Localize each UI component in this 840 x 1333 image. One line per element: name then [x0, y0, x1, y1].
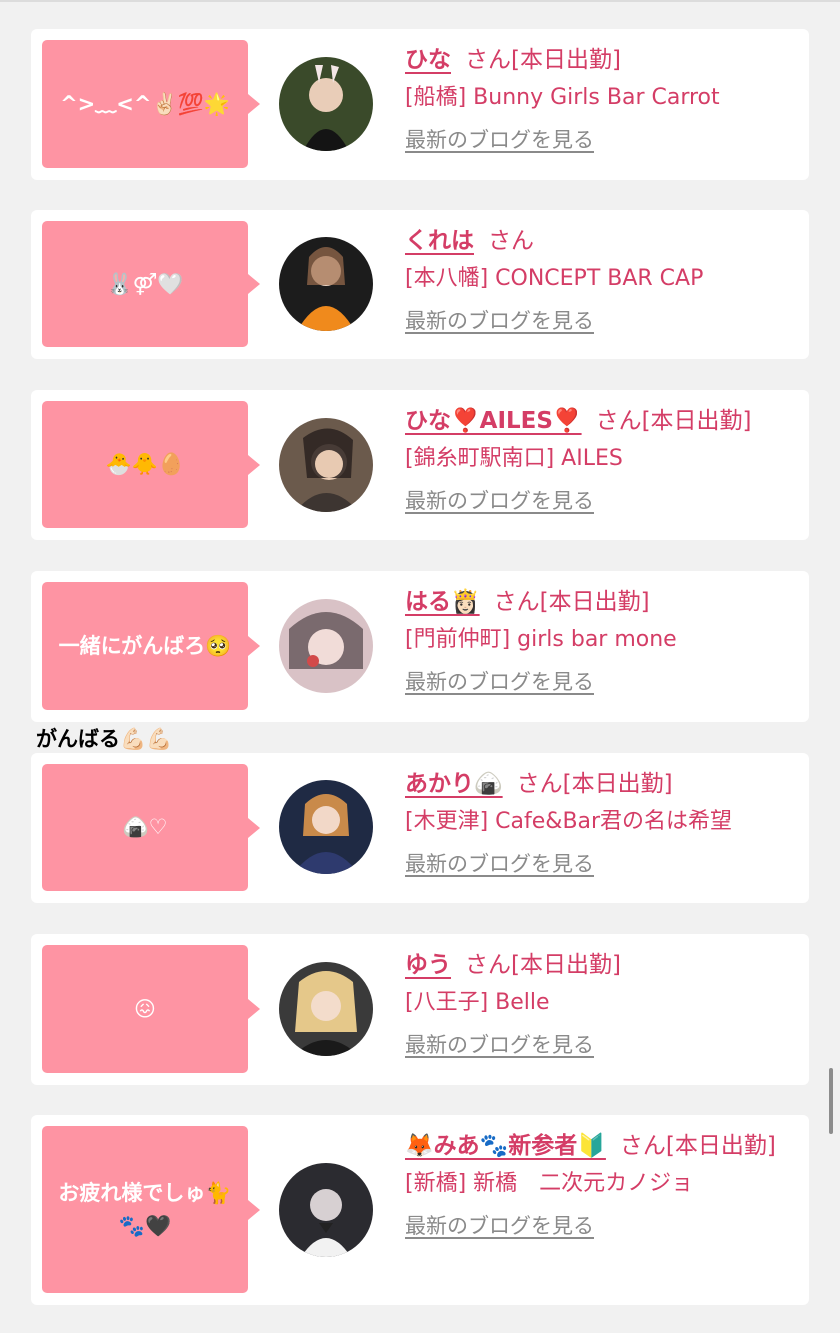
comment-bubble: 😖 — [42, 945, 260, 1073]
cast-name-link[interactable]: くれは — [405, 228, 474, 254]
avatar[interactable] — [279, 418, 373, 512]
avatar[interactable] — [279, 57, 373, 151]
blog-link[interactable]: 最新のブログを見る — [405, 483, 594, 519]
blog-link[interactable]: 最新のブログを見る — [405, 846, 594, 882]
cast-name-link[interactable]: ひな❣️AILES❣️ — [405, 408, 582, 434]
honorific-status: さん[本日出勤] — [516, 771, 673, 797]
cast-card: ^>﹏<^✌🏻💯🌟 ひな さん[本日出勤] [船橋] Bunny Girls Ba… — [31, 29, 809, 180]
cast-card: 🐰⚤🤍 くれは さん [本八幡] CONCEPT BAR CAP 最新のブログを見… — [31, 210, 809, 359]
comment-bubble: 🍙♡ — [42, 764, 260, 891]
shop-label: [木更津] Cafe&Bar君の名は希望 — [405, 809, 733, 834]
shop-label: [門前仲町] girls bar mone — [405, 627, 677, 652]
cast-card: 🍙♡ あかり🍙 さん[本日出勤] [木更津] Cafe&Bar君の名は希望 最新の… — [31, 753, 809, 903]
blog-link[interactable]: 最新のブログを見る — [405, 664, 594, 700]
vertical-scrollbar[interactable] — [829, 1068, 833, 1134]
shop-label: [錦糸町駅南口] AILES — [405, 446, 623, 471]
avatar[interactable] — [279, 599, 373, 693]
comment-bubble: 一緒にがんばろ🥺 — [42, 582, 260, 710]
cast-name-link[interactable]: ひな — [405, 47, 451, 73]
honorific-status: さん[本日出勤] — [465, 952, 621, 978]
shop-label: [本八幡] CONCEPT BAR CAP — [405, 266, 704, 291]
honorific-status: さん — [488, 228, 534, 254]
honorific-status: さん[本日出勤] — [619, 1133, 776, 1159]
avatar[interactable] — [279, 237, 373, 331]
cast-card: 一緒にがんばろ🥺 はる👸🏻 さん[本日出勤] [門前仲町] girls bar m… — [31, 571, 809, 722]
avatar[interactable] — [279, 1163, 373, 1257]
cast-card: 🐣🐥🥚 ひな❣️AILES❣️ さん[本日出勤] [錦糸町駅南口] AILES 最… — [31, 390, 809, 540]
comment-bubble: 🐰⚤🤍 — [42, 221, 260, 347]
cast-name-link[interactable]: あかり🍙 — [405, 771, 503, 797]
blog-link[interactable]: 最新のブログを見る — [405, 1208, 594, 1244]
avatar[interactable] — [279, 780, 373, 874]
comment-bubble: 🐣🐥🥚 — [42, 401, 260, 528]
cast-card: お疲れ様でしゅ🐈 🐾🖤 🦊みあ🐾新参者🔰 さん[本日出勤] [新橋] 新橋 二次元… — [31, 1115, 809, 1305]
cast-name-link[interactable]: はる👸🏻 — [405, 589, 480, 615]
honorific-status: さん[本日出勤] — [595, 408, 752, 434]
honorific-status: さん[本日出勤] — [465, 47, 621, 73]
cast-name-link[interactable]: ゆう — [405, 952, 451, 978]
comment-bubble: お疲れ様でしゅ🐈 🐾🖤 — [42, 1126, 260, 1293]
blog-link[interactable]: 最新のブログを見る — [405, 1027, 594, 1063]
top-divider — [0, 0, 840, 2]
cast-card: 😖 ゆう さん[本日出勤] [八王子] Belle 最新のブログを見る — [31, 934, 809, 1085]
shop-label: [船橋] Bunny Girls Bar Carrot — [405, 85, 720, 110]
comment-bubble: ^>﹏<^✌🏻💯🌟 — [42, 40, 260, 168]
shop-label: [新橋] 新橋 二次元カノジョ — [405, 1171, 694, 1196]
overflow-comment-text: がんばる💪🏻💪🏻 — [36, 727, 173, 751]
shop-label: [八王子] Belle — [405, 990, 550, 1015]
avatar[interactable] — [279, 962, 373, 1056]
cast-name-link[interactable]: 🦊みあ🐾新参者🔰 — [405, 1133, 606, 1159]
blog-link[interactable]: 最新のブログを見る — [405, 122, 594, 158]
honorific-status: さん[本日出勤] — [493, 589, 650, 615]
blog-link[interactable]: 最新のブログを見る — [405, 303, 594, 339]
